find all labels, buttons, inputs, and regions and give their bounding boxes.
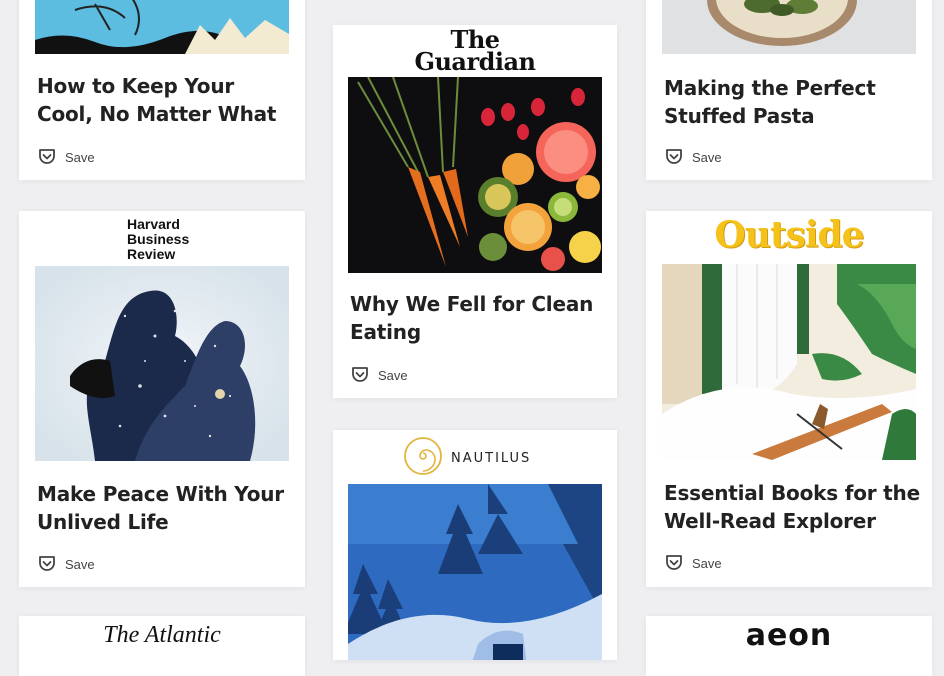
publisher-logo: aeon xyxy=(745,618,833,653)
article-image xyxy=(348,77,602,273)
save-label: Save xyxy=(692,555,722,571)
article-title[interactable]: Why We Fell for Clean Eating xyxy=(350,290,600,346)
article-card[interactable]: Making the Perfect Stuffed Pasta Save xyxy=(646,0,932,180)
article-title[interactable]: Essential Books for the Well-Read Explor… xyxy=(664,479,920,535)
pocket-save-icon xyxy=(350,365,370,385)
publisher-logo: Harvard Business Review xyxy=(127,216,190,262)
save-button[interactable]: Save xyxy=(664,147,722,167)
pocket-save-icon xyxy=(664,553,684,573)
save-label: Save xyxy=(692,149,722,165)
publisher-logo: NAUTILUS xyxy=(403,436,531,481)
article-card[interactable]: NAUTILUS xyxy=(333,430,617,660)
article-image xyxy=(35,266,289,461)
pocket-save-icon xyxy=(664,147,684,167)
pocket-save-icon xyxy=(37,554,57,574)
save-label: Save xyxy=(378,367,408,383)
publisher-logo: The Guardian xyxy=(414,25,536,76)
save-button[interactable]: Save xyxy=(664,553,722,573)
save-label: Save xyxy=(65,556,95,572)
article-card[interactable]: The Atlantic xyxy=(19,616,305,676)
article-card[interactable]: The Guardian Why We Fell for Clean Eatin… xyxy=(333,25,617,398)
article-title[interactable]: Make Peace With Your Unlived Life xyxy=(37,480,287,536)
save-button[interactable]: Save xyxy=(37,147,95,167)
article-image xyxy=(35,0,289,54)
publisher-logo: Outside xyxy=(714,214,864,256)
save-button[interactable]: Save xyxy=(350,365,408,385)
article-title[interactable]: How to Keep Your Cool, No Matter What xyxy=(37,72,287,128)
article-image xyxy=(348,484,602,660)
nautilus-spiral-icon xyxy=(403,436,443,481)
article-card[interactable]: aeon xyxy=(646,616,932,676)
save-button[interactable]: Save xyxy=(37,554,95,574)
article-card[interactable]: Harvard Business Review Make Peace With … xyxy=(19,211,305,587)
article-card[interactable]: Outside Essential Books for the Well-Rea… xyxy=(646,211,932,587)
article-image xyxy=(662,0,916,54)
save-label: Save xyxy=(65,149,95,165)
article-title[interactable]: Making the Perfect Stuffed Pasta xyxy=(664,74,914,130)
pocket-save-icon xyxy=(37,147,57,167)
article-image xyxy=(662,264,916,460)
publisher-logo: The Atlantic xyxy=(103,622,221,648)
article-card[interactable]: How to Keep Your Cool, No Matter What Sa… xyxy=(19,0,305,180)
